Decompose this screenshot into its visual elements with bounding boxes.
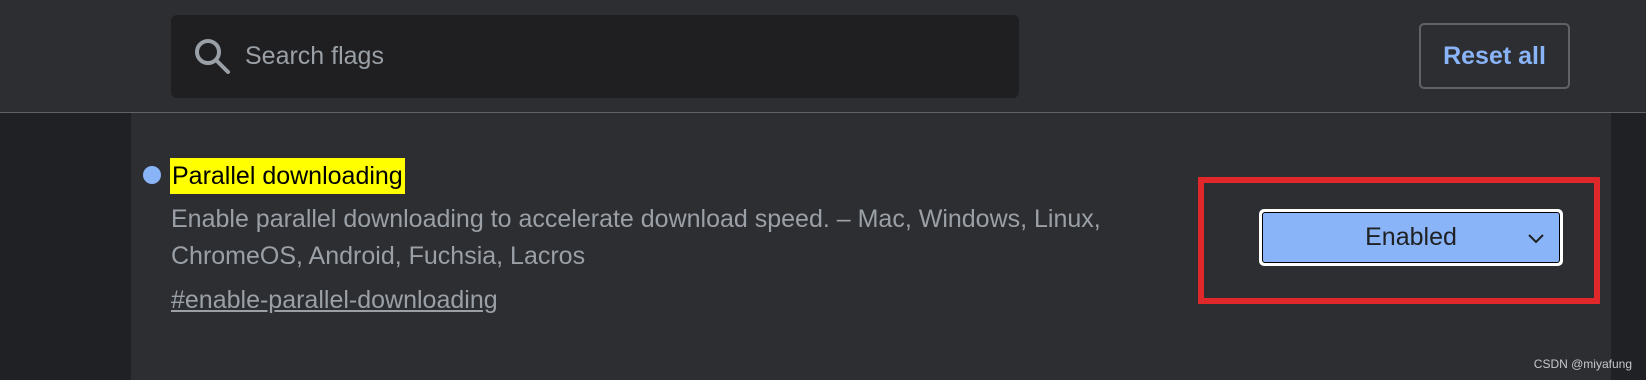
flags-header: Reset all (0, 0, 1646, 113)
reset-all-button[interactable]: Reset all (1419, 23, 1570, 89)
status-dot-icon (143, 166, 161, 184)
search-box[interactable] (171, 15, 1019, 98)
flag-state-dropdown[interactable]: Enabled (1259, 209, 1563, 266)
right-gutter (1611, 113, 1646, 380)
search-input[interactable] (245, 35, 985, 77)
left-gutter (0, 113, 131, 380)
flag-title: Parallel downloading (170, 158, 405, 194)
flag-link[interactable]: #enable-parallel-downloading (171, 283, 498, 317)
search-icon (193, 37, 233, 77)
flag-state-value: Enabled (1365, 223, 1457, 251)
chevron-down-icon (1527, 229, 1545, 247)
flag-description: Enable parallel downloading to accelerat… (171, 205, 1101, 270)
flag-state-select[interactable]: Enabled (1262, 212, 1560, 263)
watermark-text: CSDN @miyafung (1533, 357, 1632, 371)
